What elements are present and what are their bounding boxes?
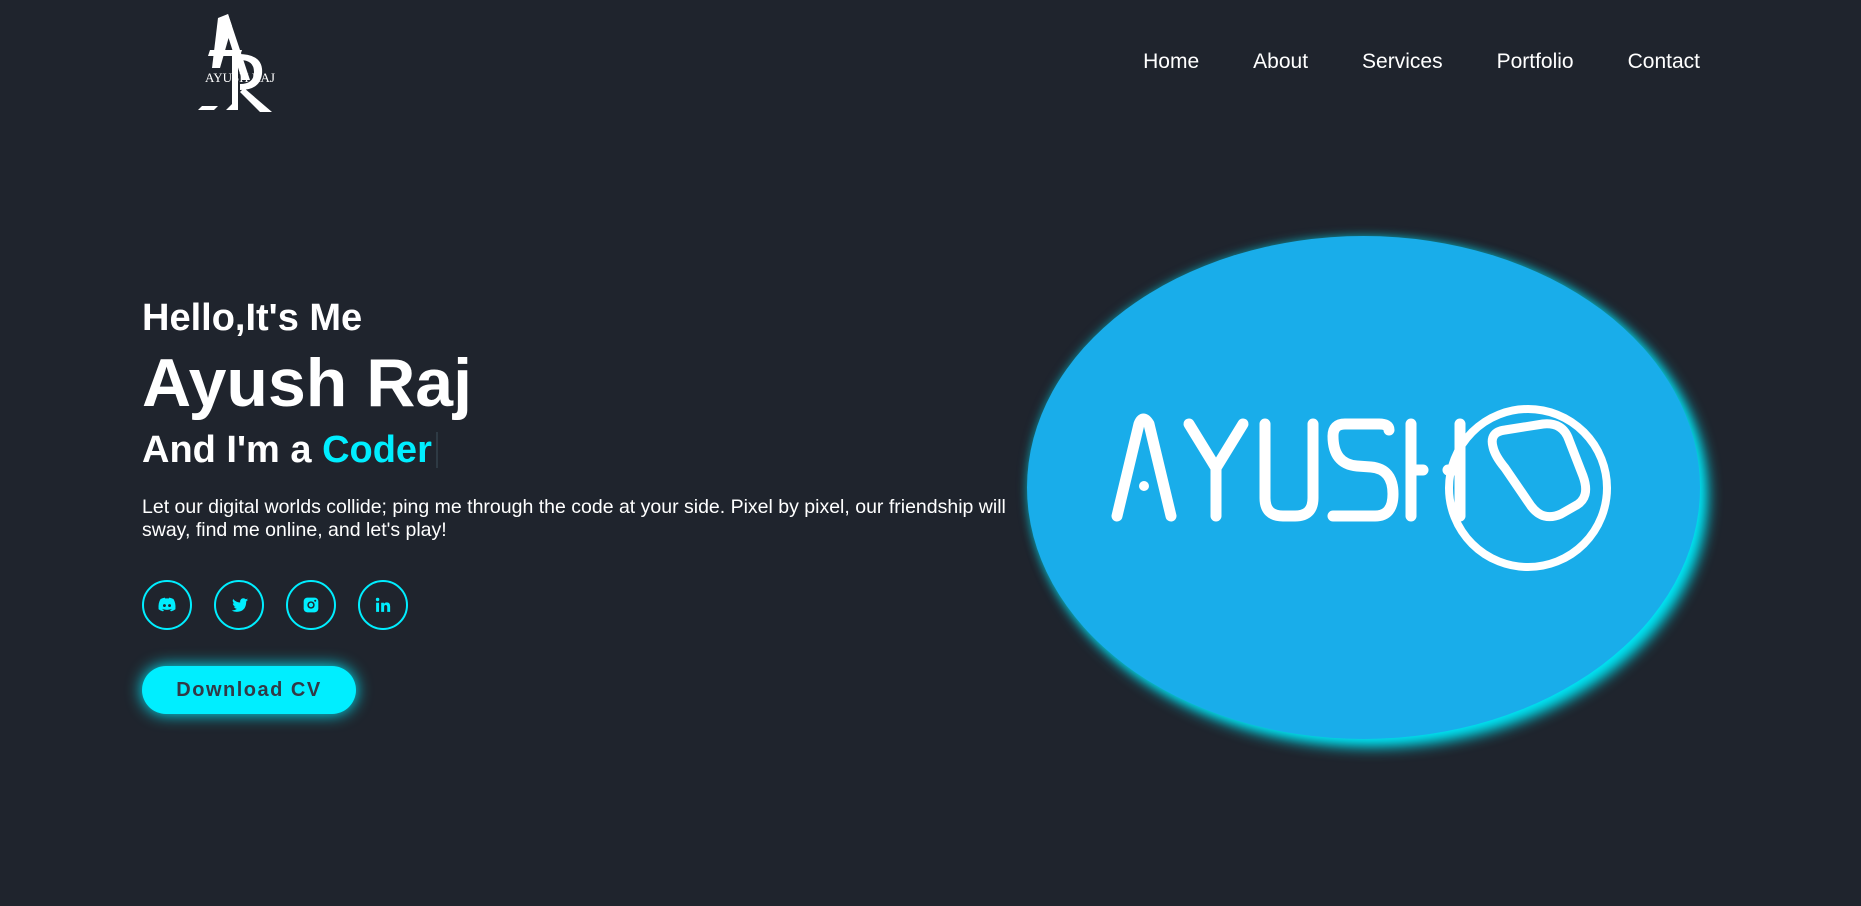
download-cv-button[interactable]: Download CV <box>142 666 356 714</box>
nav-home[interactable]: Home <box>1143 50 1199 74</box>
role-prefix: And I'm a <box>142 429 323 471</box>
nav-services[interactable]: Services <box>1362 50 1443 74</box>
discord-link[interactable] <box>142 580 192 630</box>
twitter-link[interactable] <box>214 580 264 630</box>
instagram-icon <box>303 597 319 613</box>
nav-contact[interactable]: Contact <box>1628 50 1700 74</box>
main-nav: Home About Services Portfolio Contact <box>1143 50 1700 74</box>
greeting: Hello,It's Me <box>142 297 363 339</box>
nav-portfolio[interactable]: Portfolio <box>1497 50 1574 74</box>
ayush-brand-logo <box>1111 405 1611 571</box>
hero-content: Hello,It's Me Ayush Raj And I'm a Coder … <box>142 292 1012 714</box>
hero-image <box>1027 236 1700 739</box>
discord-icon <box>158 597 176 612</box>
ar-monogram-logo[interactable]: AYUSH RAJ <box>180 10 300 125</box>
instagram-link[interactable] <box>286 580 336 630</box>
role-line: And I'm a Coder <box>142 422 1012 478</box>
nav-about[interactable]: About <box>1253 50 1308 74</box>
typing-caret <box>435 432 438 468</box>
social-links <box>142 580 1012 630</box>
svg-text:AYUSH RAJ: AYUSH RAJ <box>205 70 275 85</box>
linkedin-link[interactable] <box>358 580 408 630</box>
hero-name: Ayush Raj <box>142 345 473 421</box>
role-highlight: Coder <box>322 429 432 471</box>
linkedin-icon <box>375 597 391 612</box>
hero-description: Let our digital worlds collide; ping me … <box>142 496 1006 541</box>
twitter-icon <box>231 598 249 612</box>
